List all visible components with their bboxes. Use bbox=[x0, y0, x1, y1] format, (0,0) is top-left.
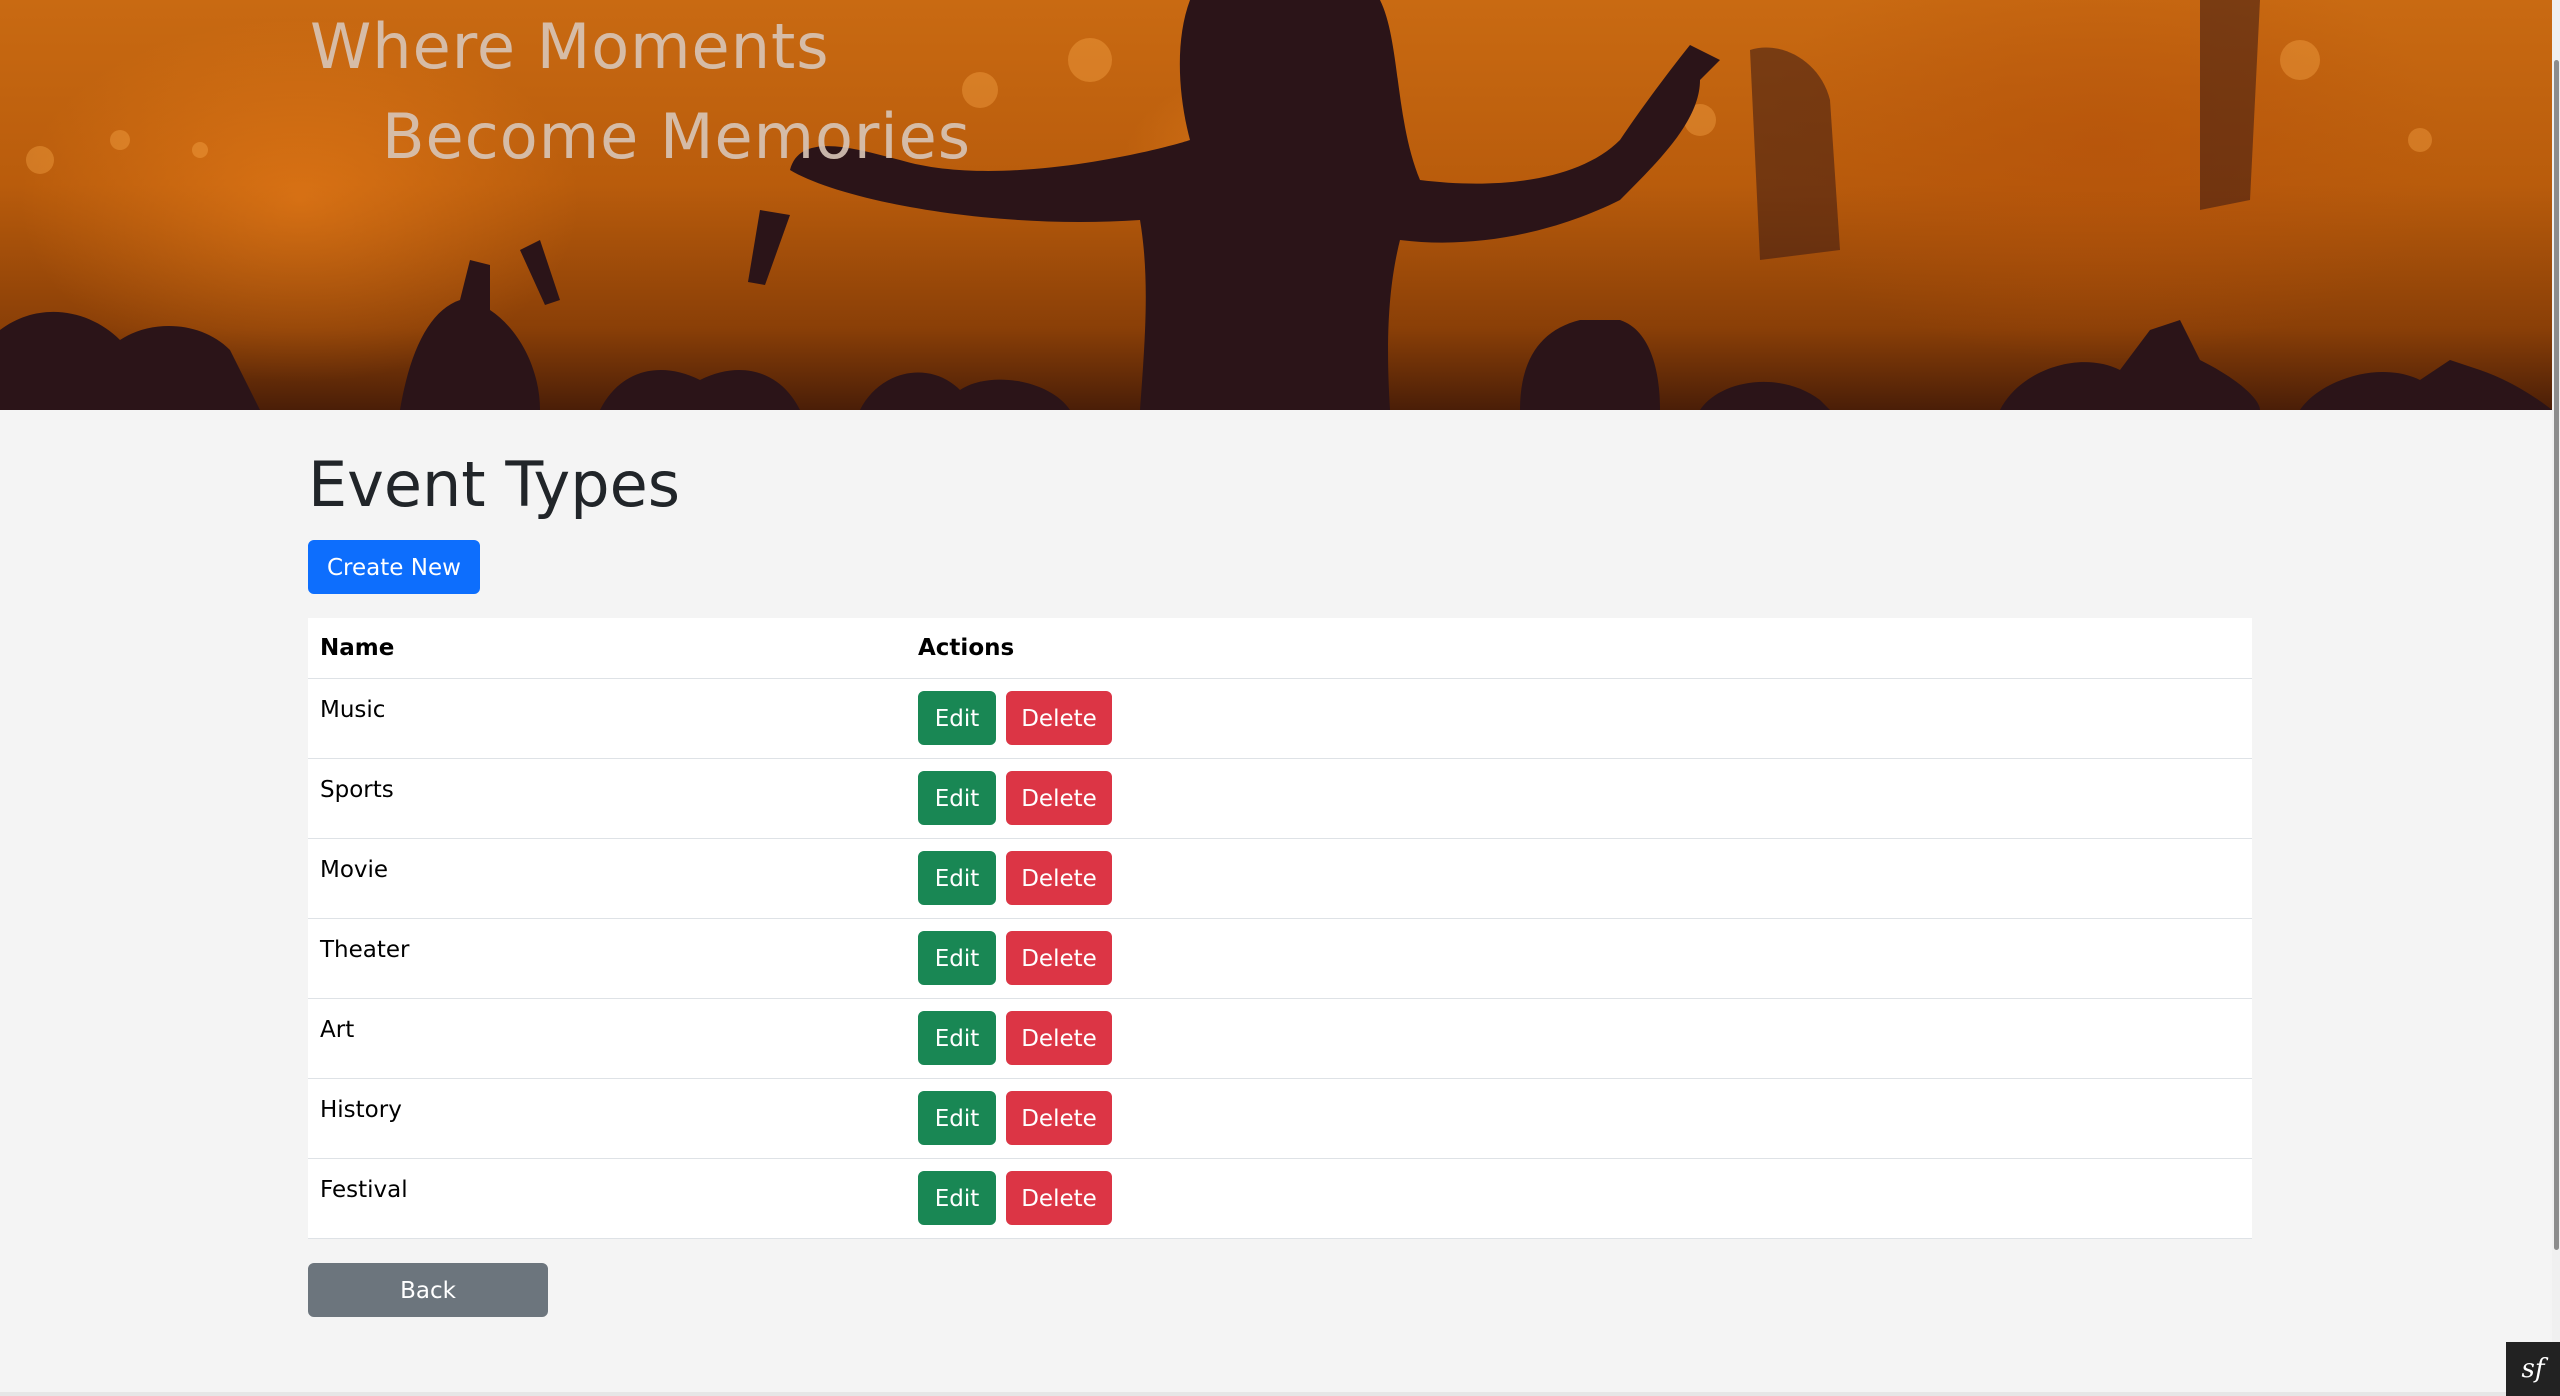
scrollbar-thumb[interactable] bbox=[2554, 60, 2559, 1250]
event-type-name: Art bbox=[308, 998, 906, 1079]
row-actions: Edit Delete bbox=[906, 998, 2252, 1079]
table-row: History Edit Delete bbox=[308, 1078, 2252, 1159]
delete-button[interactable]: Delete bbox=[1006, 771, 1112, 825]
table-row: Theater Edit Delete bbox=[308, 918, 2252, 999]
edit-button[interactable]: Edit bbox=[918, 851, 996, 905]
table-row: Music Edit Delete bbox=[308, 678, 2252, 759]
delete-button[interactable]: Delete bbox=[1006, 1091, 1112, 1145]
edit-button[interactable]: Edit bbox=[918, 1091, 996, 1145]
edit-button[interactable]: Edit bbox=[918, 1171, 996, 1225]
table-header-row: Name Actions bbox=[308, 618, 2252, 679]
table-row: Festival Edit Delete bbox=[308, 1158, 2252, 1239]
delete-button[interactable]: Delete bbox=[1006, 851, 1112, 905]
delete-button[interactable]: Delete bbox=[1006, 691, 1112, 745]
edit-button[interactable]: Edit bbox=[918, 931, 996, 985]
edit-button[interactable]: Edit bbox=[918, 691, 996, 745]
main-content: Event Types Create New Name Actions Musi… bbox=[308, 410, 2252, 1317]
symfony-logo-icon[interactable]: sf bbox=[2506, 1342, 2560, 1396]
hero-tagline: Where Moments Become Memories bbox=[310, 2, 971, 182]
row-actions: Edit Delete bbox=[906, 678, 2252, 759]
event-type-name: History bbox=[308, 1078, 906, 1159]
table-row: Movie Edit Delete bbox=[308, 838, 2252, 919]
edit-button[interactable]: Edit bbox=[918, 771, 996, 825]
delete-button[interactable]: Delete bbox=[1006, 1171, 1112, 1225]
back-button[interactable]: Back bbox=[308, 1263, 548, 1317]
row-actions: Edit Delete bbox=[906, 838, 2252, 919]
hero-tagline-line1: Where Moments bbox=[310, 10, 830, 83]
row-actions: Edit Delete bbox=[906, 758, 2252, 839]
event-type-name: Festival bbox=[308, 1158, 906, 1239]
back-container: Back bbox=[308, 1263, 2252, 1317]
create-new-button[interactable]: Create New bbox=[308, 540, 480, 594]
table-row: Sports Edit Delete bbox=[308, 758, 2252, 839]
table-row: Art Edit Delete bbox=[308, 998, 2252, 1079]
event-type-name: Movie bbox=[308, 838, 906, 919]
event-type-name: Sports bbox=[308, 758, 906, 839]
page-bottom-border bbox=[0, 1392, 2506, 1396]
row-actions: Edit Delete bbox=[906, 1158, 2252, 1239]
hero-banner: Where Moments Become Memories bbox=[0, 0, 2552, 410]
event-type-name: Theater bbox=[308, 918, 906, 999]
delete-button[interactable]: Delete bbox=[1006, 931, 1112, 985]
edit-button[interactable]: Edit bbox=[918, 1011, 996, 1065]
column-header-actions: Actions bbox=[906, 618, 2252, 679]
hero-tagline-line2: Become Memories bbox=[382, 100, 972, 173]
column-header-name: Name bbox=[308, 618, 906, 679]
vertical-scrollbar[interactable] bbox=[2552, 0, 2560, 1396]
delete-button[interactable]: Delete bbox=[1006, 1011, 1112, 1065]
event-types-table: Name Actions Music Edit Delete Sports Edi… bbox=[308, 618, 2252, 1239]
event-type-name: Music bbox=[308, 678, 906, 759]
page-title: Event Types bbox=[308, 448, 681, 521]
row-actions: Edit Delete bbox=[906, 1078, 2252, 1159]
row-actions: Edit Delete bbox=[906, 918, 2252, 999]
